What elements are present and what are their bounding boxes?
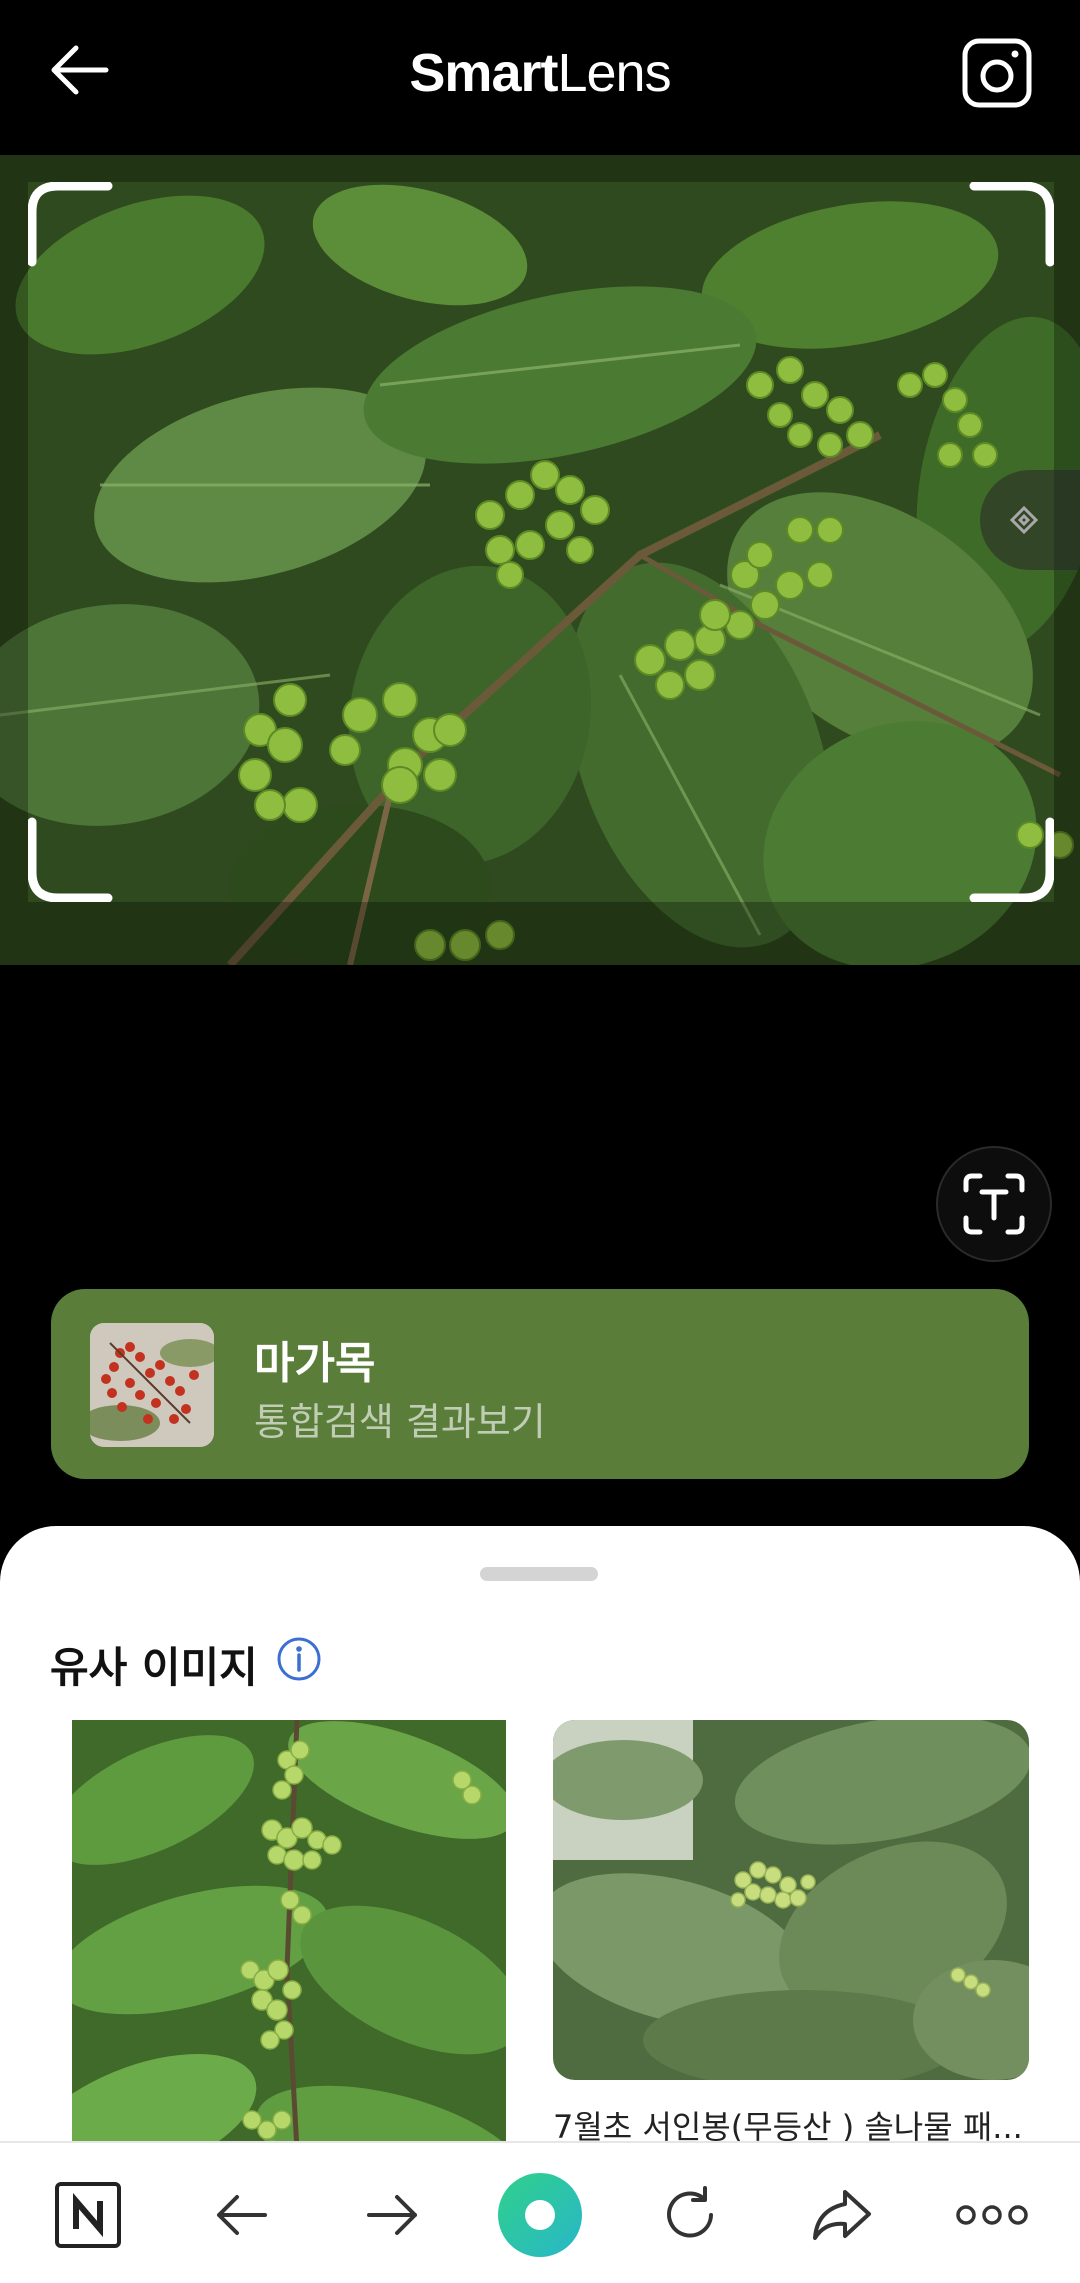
nav-back-button[interactable] bbox=[193, 2167, 289, 2263]
more-icon bbox=[956, 2205, 1028, 2225]
refresh-icon bbox=[667, 2186, 713, 2238]
nav-forward-button[interactable] bbox=[345, 2167, 441, 2263]
arrow-left-icon bbox=[217, 2195, 267, 2235]
diamond-handle-icon bbox=[980, 470, 1080, 570]
app-title-bold: Smart bbox=[409, 43, 558, 103]
result-subtitle[interactable]: 통합검색 결과보기 bbox=[254, 1391, 546, 1446]
share-button[interactable] bbox=[794, 2167, 890, 2263]
naver-home-button[interactable] bbox=[40, 2167, 136, 2263]
text-scan-icon bbox=[963, 1173, 1025, 1235]
arrow-right-icon bbox=[367, 2195, 417, 2235]
browser-nav-bar bbox=[0, 2141, 1080, 2283]
text-detect-button[interactable] bbox=[936, 1146, 1052, 1262]
result-name: 마가목 bbox=[254, 1338, 376, 1389]
app-title-light: Lens bbox=[557, 43, 671, 103]
naver-n-icon bbox=[55, 2182, 121, 2248]
camera-icon bbox=[962, 38, 1032, 108]
result-thumbnail bbox=[90, 1323, 214, 1447]
section-title: 유사 이미지 bbox=[50, 1643, 258, 1692]
info-icon[interactable] bbox=[276, 1636, 322, 1682]
app-title: SmartLens bbox=[0, 42, 1080, 104]
green-dot-icon bbox=[498, 2173, 582, 2257]
sheet-drag-handle[interactable] bbox=[480, 1567, 598, 1581]
share-icon bbox=[813, 2190, 871, 2240]
refresh-button[interactable] bbox=[642, 2167, 738, 2263]
more-button[interactable] bbox=[944, 2167, 1040, 2263]
side-drawer-handle[interactable] bbox=[980, 470, 1080, 570]
search-result-card[interactable]: 마가목 통합검색 결과보기 bbox=[51, 1289, 1029, 1479]
crop-frame-icon[interactable] bbox=[28, 182, 1054, 902]
similar-image-2[interactable] bbox=[553, 1720, 1029, 2080]
green-dot-button[interactable] bbox=[492, 2167, 588, 2263]
top-bar: SmartLens bbox=[0, 0, 1080, 155]
camera-button[interactable] bbox=[960, 36, 1034, 110]
